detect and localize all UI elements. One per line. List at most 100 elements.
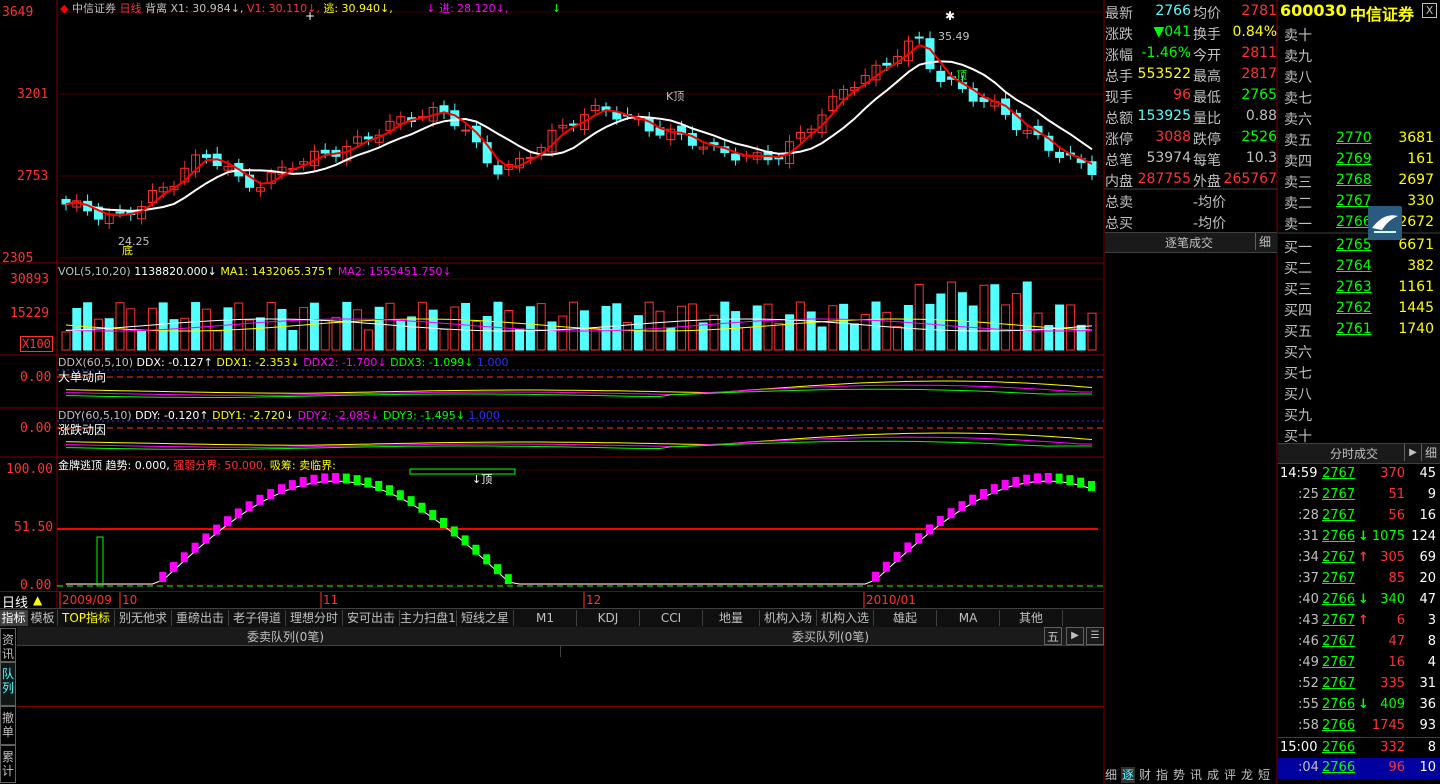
vol-header: VOL(5,10,20) 1138820.000↓ MA1: 1432065.3… [58, 265, 452, 278]
indicator-tab[interactable]: M1 [514, 610, 577, 626]
indicator-tab[interactable]: 安可出击 [343, 610, 400, 626]
tick-time: :49 [1298, 655, 1319, 670]
orderbook-row[interactable]: 买五 2761 1740 [1280, 319, 1440, 340]
bottom-tab[interactable]: 成 [1206, 767, 1220, 783]
vol-unit-button[interactable]: X100 [20, 336, 53, 352]
ddy-header: DDY(60,5,10) DDY: -0.120↑ DDY1: -2.720↓ … [58, 409, 500, 422]
gold-bar [494, 564, 501, 575]
orderbook-row[interactable]: 买九 [1280, 403, 1440, 424]
tick-detail-button[interactable]: 细 [1421, 444, 1440, 461]
indicator-tab[interactable]: CCI [640, 610, 703, 626]
orderbook-row[interactable]: 卖三 2768 2697 [1280, 170, 1440, 191]
bottom-tab[interactable]: 势 [1172, 767, 1186, 783]
indicator-tab[interactable]: 机构入场 [760, 610, 817, 626]
indicator-tab[interactable]: 其他 [1000, 610, 1063, 626]
next-arrow-icon[interactable]: ▶ [1066, 627, 1084, 645]
quote-label: 每笔 [1193, 153, 1221, 169]
sell-queue-label[interactable]: 委卖队列(0笔) [247, 628, 324, 645]
chart-period[interactable]: 日线 [119, 2, 141, 15]
orderbook-row[interactable]: 买六 [1280, 340, 1440, 361]
indicator-tab[interactable]: KDJ [577, 610, 640, 626]
orderbook-row[interactable]: 卖十 [1280, 23, 1440, 44]
volume-bar [374, 306, 384, 351]
tick-volume: 16 [1388, 655, 1405, 670]
side-tab[interactable]: 资讯 [0, 628, 16, 662]
volume-bar [579, 310, 589, 351]
star-marker: ✱ [945, 9, 955, 23]
quote-row: 最新 2766 均价 2781 [1105, 1, 1277, 22]
orderbook-row[interactable]: 买四 2762 1445 [1280, 298, 1440, 319]
side-tab[interactable]: 累计 [0, 745, 16, 783]
orderbook-row[interactable]: 卖六 [1280, 107, 1440, 128]
quote-label: 最高 [1193, 69, 1221, 85]
orderbook-row[interactable]: 买一 2765 6671 [1280, 235, 1440, 256]
indicator-tab[interactable]: 重磅出击 [172, 610, 229, 626]
indicator-tab[interactable]: 指标 [0, 610, 28, 626]
bottom-tab[interactable]: 指 [1155, 767, 1169, 783]
orderbook-row[interactable]: 买三 2763 1161 [1280, 277, 1440, 298]
volume-bar [407, 316, 417, 351]
orderbook-row[interactable]: 买八 [1280, 382, 1440, 403]
bottom-tab[interactable]: 细 [1104, 767, 1118, 783]
time-trade-label[interactable]: 分时成交 [1330, 445, 1378, 462]
tick-trade-label[interactable]: 逐笔成交 [1165, 234, 1213, 251]
tick-count: 36 [1419, 697, 1436, 712]
next-arrow-icon[interactable]: ▶ [1404, 444, 1421, 461]
orderbook-row[interactable]: 卖八 [1280, 65, 1440, 86]
buy-queue-label[interactable]: 委买队列(0笔) [792, 628, 869, 645]
side-tab[interactable]: 撤单 [0, 706, 16, 745]
indicator-tab[interactable]: MA [937, 610, 1000, 626]
quote-label: 总卖 [1105, 195, 1133, 211]
orderbook-volume: 3681 [1398, 130, 1434, 146]
bottom-tab[interactable]: 龙 [1240, 767, 1254, 783]
gold-bar [1012, 476, 1020, 487]
quote-row: 总笔 53974 每笔 10.3 [1105, 148, 1277, 169]
orderbook-row[interactable]: 卖四 2769 161 [1280, 149, 1440, 170]
indicator-tab[interactable]: 机构入选 [817, 610, 874, 626]
five-level-button[interactable]: 五 [1044, 627, 1062, 645]
orderbook-row[interactable]: 买二 2764 382 [1280, 256, 1440, 277]
orderbook-row[interactable]: 卖五 2770 3681 [1280, 128, 1440, 149]
quote-value: 0.88 [1245, 108, 1277, 124]
tick-volume: 305 [1380, 550, 1405, 565]
indicator-tab[interactable]: 短线之星 [457, 610, 514, 626]
tick-count: 16 [1419, 508, 1436, 523]
ddx-label: 大单动向 [58, 370, 107, 384]
orderbook-row[interactable]: 买十 [1280, 424, 1440, 445]
ma-line-red [65, 43, 1093, 217]
bottom-tab[interactable]: 短 [1257, 767, 1271, 783]
indicator-tab[interactable]: 理想分时 [286, 610, 343, 626]
orderbook-row[interactable]: 卖二 2767 330 [1280, 191, 1440, 212]
tick-price: 2767 [1322, 613, 1356, 628]
orderbook-label: 卖三 [1284, 175, 1312, 191]
tick-detail-button[interactable]: 细 [1255, 233, 1274, 250]
orderbook-row[interactable]: 卖九 [1280, 44, 1440, 65]
indicator-tab[interactable]: 老子得道 [229, 610, 286, 626]
orderbook-row[interactable]: 买七 [1280, 361, 1440, 382]
bottom-tab[interactable]: 财 [1138, 767, 1152, 783]
bottom-tab[interactable]: 逐 [1121, 767, 1135, 783]
bottom-tab[interactable]: 讯 [1189, 767, 1203, 783]
orderbook-label: 买二 [1284, 261, 1312, 277]
indicator-tab[interactable]: 别无他求 [115, 610, 172, 626]
indicator-tab[interactable]: TOP指标 [58, 610, 115, 626]
gold-bar [386, 485, 393, 496]
chart-title-bar: ◆ 中信证券 日线 背离 X1: 30.984↓, V1: 30.110↓, 逃… [60, 0, 561, 15]
bottom-tab[interactable]: 评 [1223, 767, 1237, 783]
menu-icon[interactable]: ☰ [1086, 627, 1104, 645]
orderbook-price: 2770 [1336, 130, 1372, 146]
indicator-tab[interactable]: 地量 [703, 610, 760, 626]
side-tab[interactable]: 队列 [0, 662, 16, 706]
volume-bar [201, 308, 211, 351]
close-icon[interactable]: X [1422, 3, 1437, 18]
candle [461, 129, 471, 132]
indicator-tab[interactable]: 模板 [28, 610, 58, 626]
orderbook-row[interactable]: 卖七 [1280, 86, 1440, 107]
indicator-tab[interactable]: 雄起 [874, 610, 937, 626]
quote-value: 2781 [1241, 3, 1277, 19]
orderbook-row[interactable]: 卖一 2766 2672 [1280, 212, 1440, 233]
indicator-tab[interactable]: 主力扫盘1 [400, 610, 457, 626]
quote-label: 换手 [1193, 27, 1221, 43]
tick-price: 2767 [1322, 634, 1356, 649]
tick-row: :25 2767 51 9 [1278, 485, 1440, 506]
